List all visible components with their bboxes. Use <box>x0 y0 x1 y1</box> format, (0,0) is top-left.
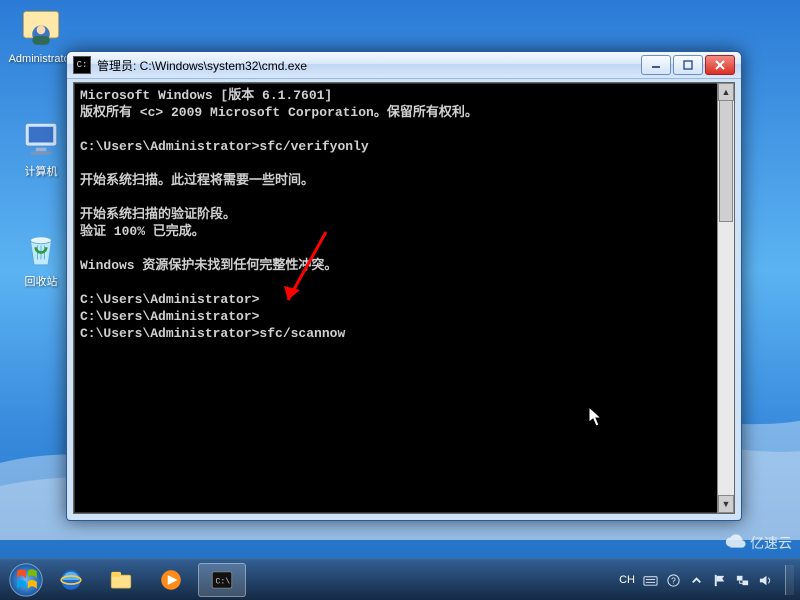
tray-chevron-icon[interactable] <box>689 573 704 588</box>
close-button[interactable] <box>705 55 735 75</box>
scroll-down-button[interactable]: ▼ <box>718 495 734 513</box>
cmd-body[interactable]: Microsoft Windows [版本 6.1.7601] 版权所有 <c>… <box>73 82 735 514</box>
maximize-button[interactable] <box>673 55 703 75</box>
svg-text:?: ? <box>671 575 676 585</box>
show-desktop-button[interactable] <box>785 565 794 595</box>
scrollbar[interactable]: ▲ ▼ <box>717 83 734 513</box>
explorer-icon[interactable] <box>98 564 144 596</box>
taskbar: C:\ CH ? <box>0 559 800 600</box>
tray-network-icon[interactable] <box>735 573 750 588</box>
media-player-icon[interactable] <box>148 564 194 596</box>
watermark-text: 亿速云 <box>750 533 792 553</box>
titlebar[interactable]: C: 管理员: C:\Windows\system32\cmd.exe <box>67 52 741 79</box>
mouse-cursor <box>588 406 604 428</box>
svg-text:C:\: C:\ <box>216 577 231 586</box>
tray-flag-icon[interactable] <box>712 573 727 588</box>
start-button[interactable] <box>6 560 46 600</box>
cmd-output: Microsoft Windows [版本 6.1.7601] 版权所有 <c>… <box>74 83 734 346</box>
cmd-window: C: 管理员: C:\Windows\system32\cmd.exe Micr… <box>66 51 742 521</box>
tray-keyboard-icon[interactable] <box>643 573 658 588</box>
ie-icon[interactable] <box>48 564 94 596</box>
ime-indicator[interactable]: CH <box>619 574 635 586</box>
cmd-task-icon[interactable]: C:\ <box>198 563 246 597</box>
window-title: 管理员: C:\Windows\system32\cmd.exe <box>97 57 641 74</box>
system-tray: CH ? <box>619 565 794 595</box>
cmd-title-icon: C: <box>73 56 91 74</box>
tray-help-icon[interactable]: ? <box>666 573 681 588</box>
scroll-up-button[interactable]: ▲ <box>718 83 734 101</box>
tray-volume-icon[interactable] <box>758 573 773 588</box>
scroll-thumb[interactable] <box>719 100 733 222</box>
watermark: 亿速云 <box>724 532 792 554</box>
minimize-button[interactable] <box>641 55 671 75</box>
